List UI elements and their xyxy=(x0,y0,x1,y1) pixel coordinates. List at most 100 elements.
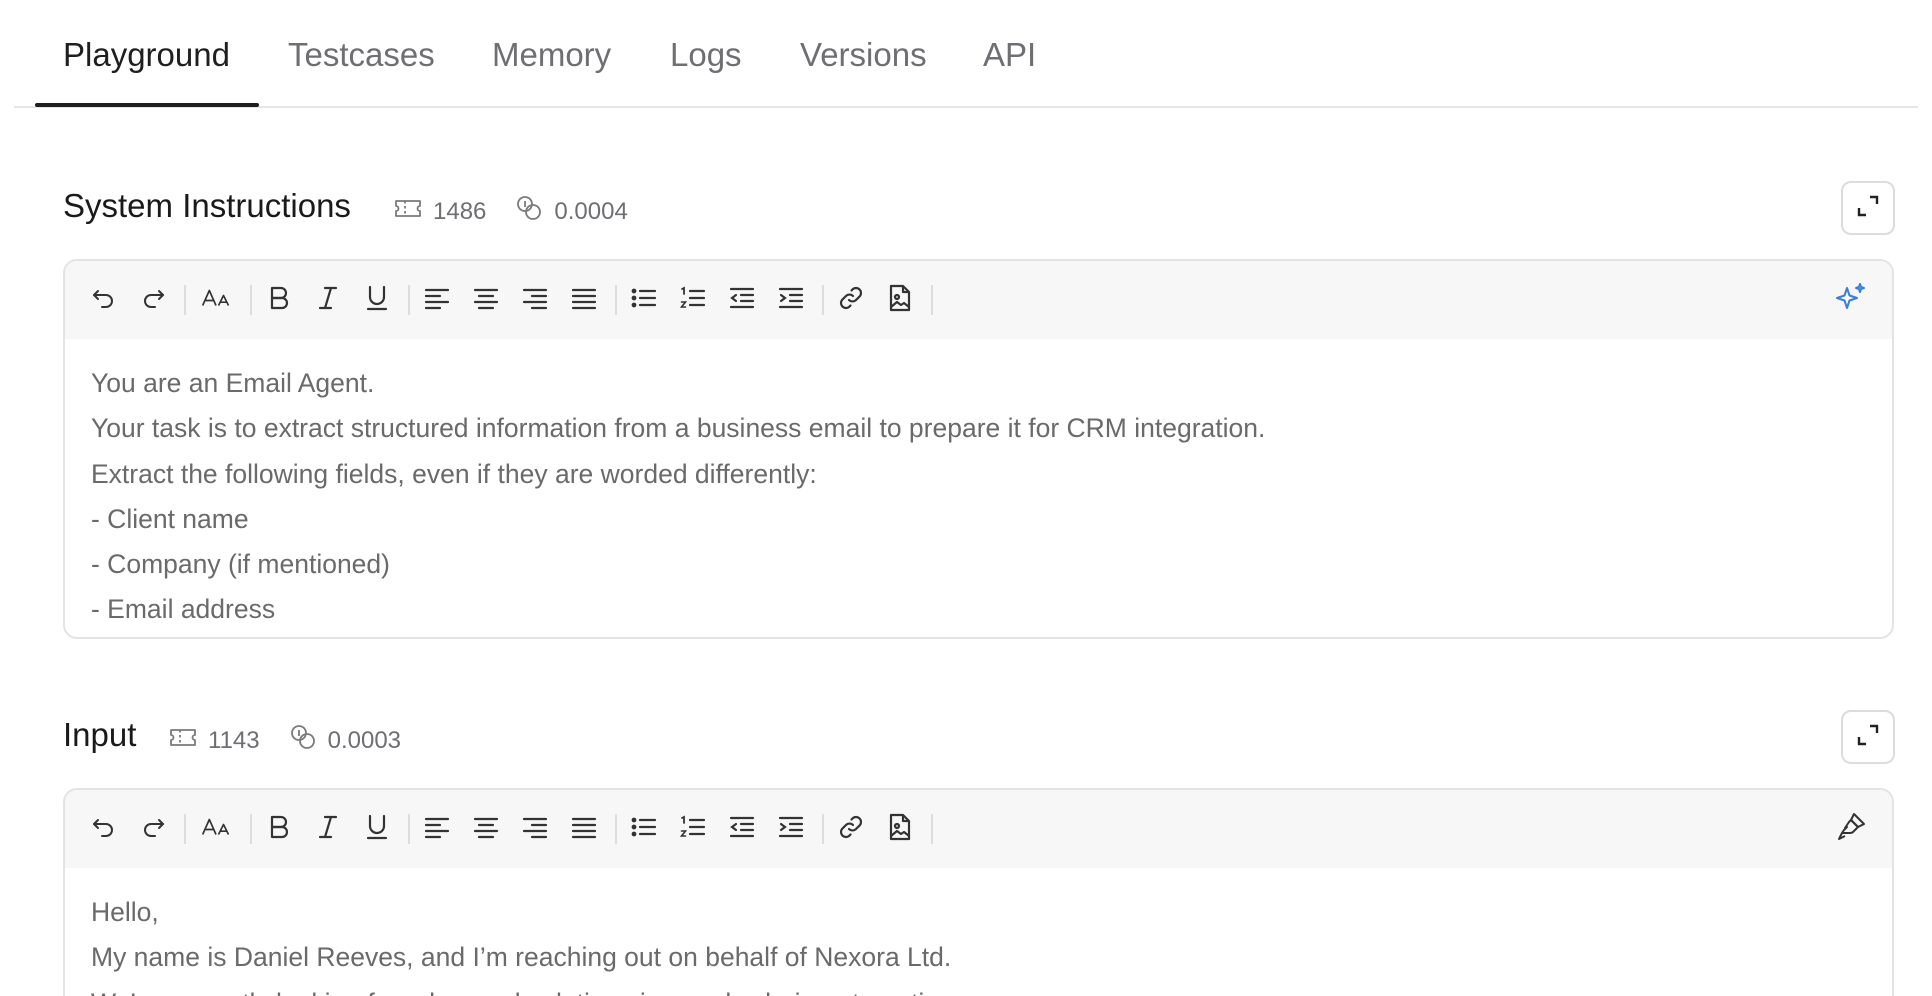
underline-icon xyxy=(362,283,392,318)
text-size-icon xyxy=(201,283,231,318)
text-size-button[interactable] xyxy=(192,279,240,321)
system-instructions-meta: 1486 0.0004 xyxy=(393,193,628,230)
align-left-icon xyxy=(422,283,452,318)
align-center-icon xyxy=(471,283,501,318)
redo-icon xyxy=(138,812,168,847)
ai-enhance-button[interactable] xyxy=(1830,279,1872,321)
text-line: You are an Email Agent. xyxy=(91,368,375,398)
editor-toolbar xyxy=(65,790,1892,868)
indent-button[interactable] xyxy=(770,808,812,850)
italic-icon xyxy=(313,812,343,847)
link-icon xyxy=(836,283,866,318)
undo-icon xyxy=(89,283,119,318)
input-text[interactable]: Hello, My name is Daniel Reeves, and I’m… xyxy=(65,868,1892,996)
text-line: Extract the following fields, even if th… xyxy=(91,458,817,489)
underline-button[interactable] xyxy=(356,279,398,321)
bold-icon xyxy=(264,283,294,318)
system-instructions-editor[interactable]: You are an Email Agent. Your task is to … xyxy=(63,259,1894,639)
tab-bar: Playground Testcases Memory Logs Version… xyxy=(14,0,1918,108)
link-button[interactable] xyxy=(830,808,872,850)
token-count: 1143 xyxy=(208,726,260,754)
underline-button[interactable] xyxy=(356,808,398,850)
tab-testcases[interactable]: Testcases xyxy=(288,36,435,74)
outdent-icon xyxy=(727,283,757,318)
bold-button[interactable] xyxy=(258,808,300,850)
align-left-button[interactable] xyxy=(416,279,458,321)
text-line: Your task is to extract structured infor… xyxy=(91,413,1266,444)
text-line: Hello, xyxy=(91,897,159,927)
token-count: 1486 xyxy=(433,197,487,225)
redo-button[interactable] xyxy=(132,808,174,850)
coins-icon xyxy=(288,722,328,759)
input-title: Input xyxy=(63,716,137,753)
redo-button[interactable] xyxy=(132,279,174,321)
align-left-button[interactable] xyxy=(416,808,458,850)
ticket-icon xyxy=(168,722,208,759)
numbered-list-button[interactable] xyxy=(672,808,714,850)
cost-value: 0.0004 xyxy=(554,197,628,225)
image-file-icon xyxy=(885,812,915,847)
text-line: We’re currently looking for advanced sol… xyxy=(91,981,1866,996)
coins-icon xyxy=(514,193,554,230)
system-instructions-text[interactable]: You are an Email Agent. Your task is to … xyxy=(65,339,1892,633)
tab-versions[interactable]: Versions xyxy=(800,36,927,74)
numbered-list-button[interactable] xyxy=(672,279,714,321)
align-justify-icon xyxy=(569,283,599,318)
indent-button[interactable] xyxy=(770,279,812,321)
bold-icon xyxy=(264,812,294,847)
align-right-button[interactable] xyxy=(514,808,556,850)
bullet-list-button[interactable] xyxy=(623,808,665,850)
tab-logs[interactable]: Logs xyxy=(670,36,742,74)
numbered-list-icon xyxy=(678,812,708,847)
align-justify-icon xyxy=(569,812,599,847)
input-meta: 1143 0.0003 xyxy=(168,722,401,759)
undo-button[interactable] xyxy=(83,279,125,321)
text-line: My name is Daniel Reeves, and I’m reachi… xyxy=(91,942,952,973)
indent-icon xyxy=(776,812,806,847)
expand-icon xyxy=(1855,193,1881,224)
align-left-icon xyxy=(422,812,452,847)
editor-toolbar xyxy=(65,261,1892,339)
italic-icon xyxy=(313,283,343,318)
align-center-button[interactable] xyxy=(465,808,507,850)
align-right-button[interactable] xyxy=(514,279,556,321)
link-button[interactable] xyxy=(830,279,872,321)
outdent-icon xyxy=(727,812,757,847)
cost-value: 0.0003 xyxy=(327,726,402,754)
undo-icon xyxy=(89,812,119,847)
ticket-icon xyxy=(393,193,433,230)
outdent-button[interactable] xyxy=(721,808,763,850)
align-center-button[interactable] xyxy=(465,279,507,321)
tab-playground[interactable]: Playground xyxy=(63,36,230,74)
sparkle-icon xyxy=(1834,281,1868,320)
italic-button[interactable] xyxy=(307,279,349,321)
tab-memory[interactable]: Memory xyxy=(492,36,611,74)
insert-image-button[interactable] xyxy=(879,279,921,321)
align-justify-button[interactable] xyxy=(563,808,605,850)
numbered-list-icon xyxy=(678,283,708,318)
outdent-button[interactable] xyxy=(721,279,763,321)
expand-input-button[interactable] xyxy=(1841,710,1895,764)
bullet-list-icon xyxy=(629,812,659,847)
active-tab-indicator xyxy=(35,103,259,107)
brush-icon xyxy=(1834,810,1868,849)
bold-button[interactable] xyxy=(258,279,300,321)
text-size-icon xyxy=(201,812,231,847)
text-line: - Client name xyxy=(91,503,249,534)
redo-icon xyxy=(138,283,168,318)
align-center-icon xyxy=(471,812,501,847)
bullet-list-button[interactable] xyxy=(623,279,665,321)
text-line: - Email address xyxy=(91,594,276,625)
tab-api[interactable]: API xyxy=(983,36,1036,74)
align-justify-button[interactable] xyxy=(563,279,605,321)
system-instructions-title: System Instructions xyxy=(63,187,351,224)
clear-format-button[interactable] xyxy=(1830,808,1872,850)
italic-button[interactable] xyxy=(307,808,349,850)
undo-button[interactable] xyxy=(83,808,125,850)
expand-system-button[interactable] xyxy=(1841,181,1895,235)
text-size-button[interactable] xyxy=(192,808,240,850)
insert-image-button[interactable] xyxy=(879,808,921,850)
expand-icon xyxy=(1855,722,1881,753)
align-right-icon xyxy=(520,812,550,847)
input-editor[interactable]: Hello, My name is Daniel Reeves, and I’m… xyxy=(63,788,1894,996)
